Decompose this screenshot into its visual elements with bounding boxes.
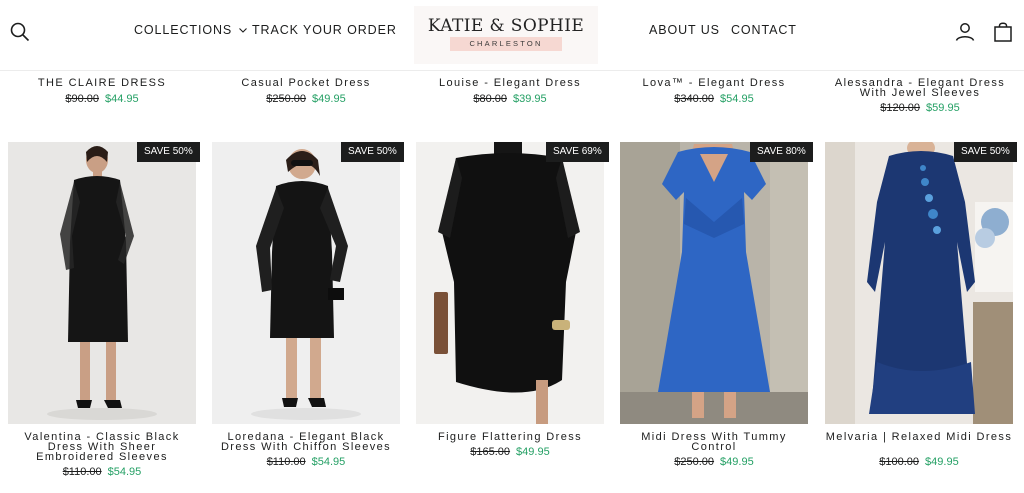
black-draped-dress-photo xyxy=(416,142,604,424)
product-title[interactable]: Midi Dress With Tummy Control xyxy=(620,432,808,453)
product-title[interactable]: Melvaria | Relaxed Midi Dress xyxy=(825,432,1013,443)
product-title[interactable]: Loredana - Elegant Black Dress With Chif… xyxy=(212,432,400,453)
site-logo[interactable]: KATIE & SOPHIE CHARLESTON xyxy=(414,6,598,64)
product-title[interactable]: Alessandra - Elegant Dress With Jewel Sl… xyxy=(824,78,1016,99)
product-price: $165.00 $49.95 xyxy=(416,446,604,458)
product-title[interactable]: Valentina - Classic Black Dress With She… xyxy=(8,432,196,463)
product-image[interactable] xyxy=(8,142,196,424)
sale-price: $49.95 xyxy=(312,93,346,105)
original-price: $110.00 xyxy=(266,456,306,468)
black-sheer-sleeve-dress-photo xyxy=(8,142,196,424)
sale-price: $49.95 xyxy=(720,456,754,468)
original-price: $90.00 xyxy=(65,93,99,105)
nav-track-order[interactable]: TRACK YOUR ORDER xyxy=(252,23,397,37)
sale-price: $54.95 xyxy=(107,466,142,478)
sale-price: $59.95 xyxy=(926,102,960,114)
product-price: $100.00 $49.95 xyxy=(825,456,1013,468)
product-title[interactable]: Louise - Elegant Dress xyxy=(416,78,604,89)
site-header: COLLECTIONS TRACK YOUR ORDER KATIE & SOP… xyxy=(0,0,1024,71)
black-chiffon-sleeve-dress-photo xyxy=(212,142,400,424)
product-image[interactable] xyxy=(416,142,604,424)
product-price: $120.00 $59.95 xyxy=(824,102,1016,114)
product-image[interactable] xyxy=(212,142,400,424)
logo-subtitle: CHARLESTON xyxy=(450,37,562,51)
original-price: $120.00 xyxy=(880,102,921,114)
product-title[interactable]: Figure Flattering Dress xyxy=(416,432,604,443)
original-price: $250.00 xyxy=(266,93,307,105)
product-price: $110.00 $54.95 xyxy=(212,456,400,468)
discount-badge: SAVE 50% xyxy=(954,142,1017,162)
logo-name: KATIE & SOPHIE xyxy=(427,16,585,36)
discount-badge: SAVE 50% xyxy=(341,142,404,162)
nav-contact[interactable]: CONTACT xyxy=(731,23,797,37)
navy-relaxed-midi-dress-photo xyxy=(825,142,1013,424)
blue-midi-dress-photo xyxy=(620,142,808,424)
sale-price: $39.95 xyxy=(513,93,547,105)
original-price: $110.00 xyxy=(62,466,102,478)
product-price: $110.00 $54.95 xyxy=(8,466,196,478)
sale-price: $49.95 xyxy=(516,446,550,458)
product-image[interactable] xyxy=(825,142,1013,424)
original-price: $100.00 xyxy=(879,456,920,468)
sale-price: $54.95 xyxy=(720,93,754,105)
nav-about-us[interactable]: ABOUT US xyxy=(649,23,720,37)
product-image[interactable] xyxy=(620,142,808,424)
product-price: $80.00 $39.95 xyxy=(416,93,604,105)
product-price: $250.00 $49.95 xyxy=(212,93,400,105)
sale-price: $49.95 xyxy=(925,456,959,468)
product-title[interactable]: THE CLAIRE DRESS xyxy=(8,78,196,89)
product-price: $250.00 $49.95 xyxy=(620,456,808,468)
cart-icon[interactable] xyxy=(991,20,1015,44)
nav-collections[interactable]: COLLECTIONS xyxy=(134,23,248,37)
sale-price: $44.95 xyxy=(105,93,139,105)
account-icon[interactable] xyxy=(953,20,977,44)
product-price: $340.00 $54.95 xyxy=(620,93,808,105)
product-price: $90.00 $44.95 xyxy=(8,93,196,105)
product-title[interactable]: Lova™ - Elegant Dress xyxy=(620,78,808,89)
chevron-down-icon xyxy=(239,28,248,33)
original-price: $165.00 xyxy=(470,446,511,458)
discount-badge: SAVE 50% xyxy=(137,142,200,162)
original-price: $340.00 xyxy=(674,93,715,105)
nav-collections-label: COLLECTIONS xyxy=(134,23,233,37)
discount-badge: SAVE 69% xyxy=(546,142,609,162)
sale-price: $54.95 xyxy=(311,456,346,468)
discount-badge: SAVE 80% xyxy=(750,142,813,162)
product-title[interactable]: Casual Pocket Dress xyxy=(212,78,400,89)
original-price: $80.00 xyxy=(473,93,507,105)
original-price: $250.00 xyxy=(674,456,715,468)
search-icon[interactable] xyxy=(8,20,32,44)
